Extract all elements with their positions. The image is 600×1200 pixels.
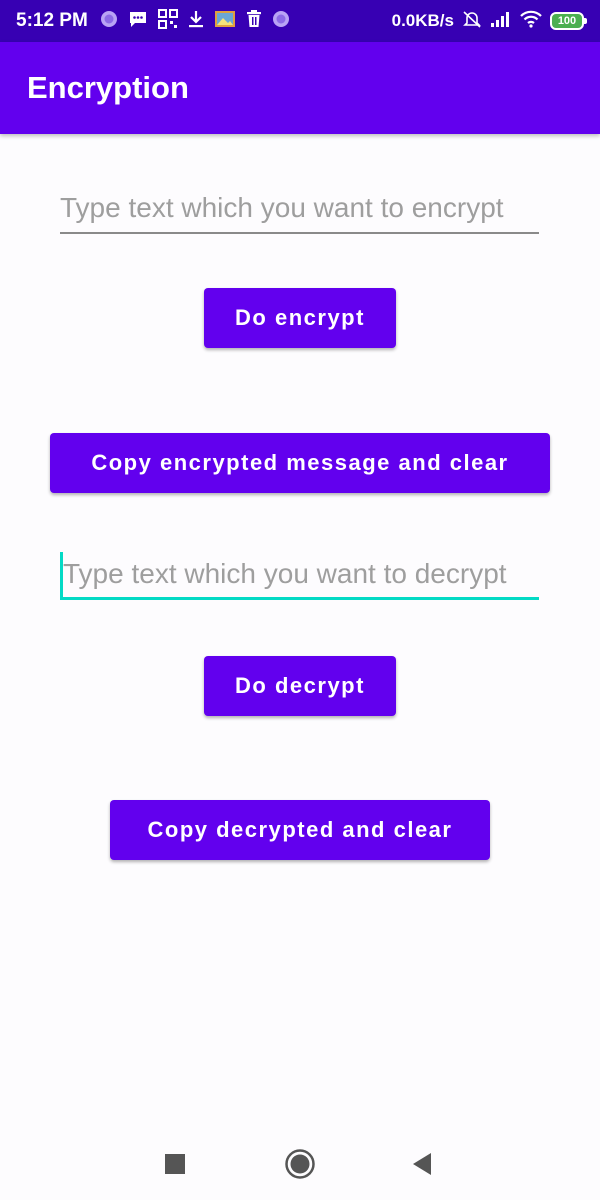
status-icons-left: [100, 8, 290, 34]
home-circle-icon[interactable]: [280, 1144, 320, 1184]
battery-icon: 100: [550, 12, 587, 30]
qr-grid-icon: [158, 8, 178, 34]
decrypt-input[interactable]: [60, 552, 539, 600]
net-speed: 0.0KB/s: [391, 11, 454, 30]
do-decrypt-button[interactable]: Do decrypt: [204, 656, 396, 716]
recents-square-icon[interactable]: [155, 1144, 195, 1184]
navigation-bar: [0, 1120, 600, 1200]
tor-icon: [272, 10, 290, 33]
status-icons-right: 0.0KB/s 100: [391, 9, 587, 34]
download-icon: [188, 10, 204, 33]
message-icon: [128, 10, 148, 33]
back-triangle-icon[interactable]: [402, 1144, 442, 1184]
copy-decrypted-button[interactable]: Copy decrypted and clear: [110, 800, 490, 860]
status-bar: 5:12 PM 0.0KB/s 100: [0, 0, 600, 42]
do-encrypt-button[interactable]: Do encrypt: [204, 288, 396, 348]
copy-encrypted-button[interactable]: Copy encrypted message and clear: [50, 433, 550, 493]
trash-icon: [246, 9, 262, 33]
app-bar: Encryption: [0, 42, 600, 134]
bell-off-icon: [462, 9, 482, 34]
tor-icon: [100, 10, 118, 33]
wifi-icon: [520, 10, 542, 33]
signal-icon: [490, 10, 512, 33]
encrypt-input[interactable]: [60, 186, 539, 234]
photo-icon: [214, 10, 236, 33]
page-title: Encryption: [27, 70, 189, 105]
status-time: 5:12 PM: [16, 10, 88, 31]
